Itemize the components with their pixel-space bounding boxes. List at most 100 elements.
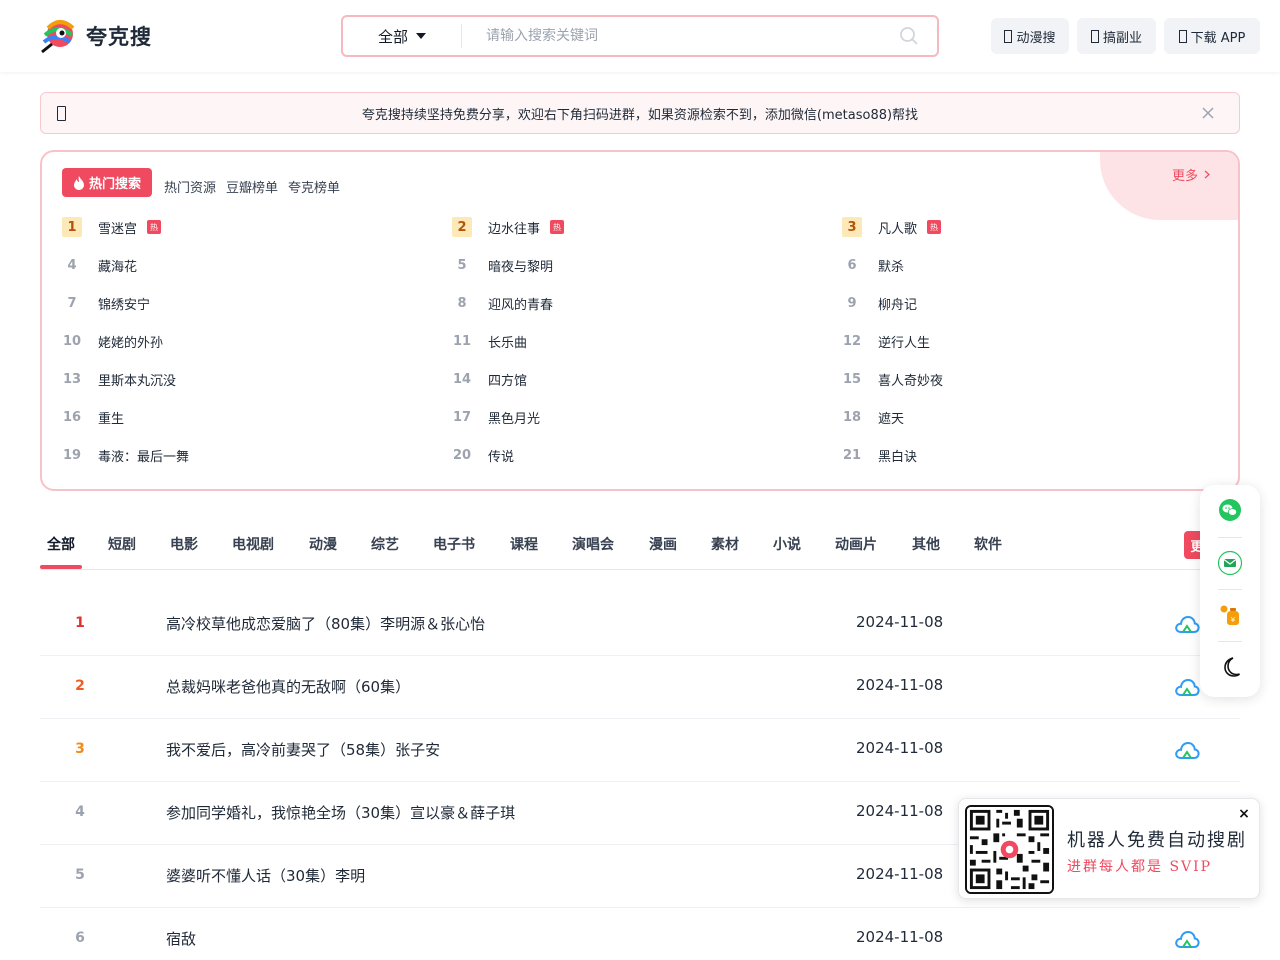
search-input[interactable] [462,17,881,55]
hot-item-title: 遮天 [878,411,905,427]
hot-item[interactable]: 10 姥姥的外孙 [62,330,163,352]
qr-promo-subtitle: 进群每人都是 SVIP [1067,859,1213,875]
result-title[interactable]: 宿敌 [166,928,196,949]
rank-number: 19 [62,447,82,463]
result-title[interactable]: 参加同学婚礼，我惊艳全场（30集）宣以豪＆薛子琪 [166,802,515,823]
qr-promo-title: 机器人免费自动搜剧 [1067,830,1247,851]
side-hustle-button[interactable]: 搞副业 [1077,18,1156,54]
hot-item[interactable]: 7 锦绣安宁 [62,292,150,314]
result-date: 2024-11-08 [856,739,944,757]
hot-item[interactable]: 5 暗夜与黎明 [452,254,553,276]
hot-item[interactable]: 17 黑色月光 [452,406,540,428]
cloud-drive-icon[interactable] [1174,676,1200,698]
anime-search-label: 动漫搜 [1016,30,1056,46]
hot-item[interactable]: 18 遮天 [842,406,904,428]
money-bag-icon[interactable]: ¥ [1217,602,1243,628]
hot-item[interactable]: 11 长乐曲 [452,330,527,352]
dark-mode-moon-icon[interactable] [1217,654,1243,680]
hot-item[interactable]: 15 喜人奇妙夜 [842,368,943,390]
cloud-drive-icon[interactable] [1174,928,1200,950]
more-link[interactable]: 更多 [1172,165,1210,184]
hot-item[interactable]: 20 传说 [452,444,514,466]
site-logo[interactable]: 夸克搜 [40,18,152,54]
tab-materials[interactable]: 素材 [711,534,739,554]
tab-hot-resources[interactable]: 热门资源 [164,177,216,196]
hot-item[interactable]: 14 四方馆 [452,368,527,390]
rank-number: 21 [842,447,862,463]
hot-item[interactable]: 21 黑白诀 [842,444,917,466]
hot-item-title: 里斯本丸沉没 [98,373,177,389]
tab-short-drama[interactable]: 短剧 [108,534,136,554]
search-button[interactable] [881,26,937,46]
result-rank: 1 [75,615,85,631]
hot-item[interactable]: 16 重生 [62,406,124,428]
anime-search-button[interactable]: 动漫搜 [991,18,1069,54]
tab-course[interactable]: 课程 [510,534,538,554]
hot-tag-badge: 热 [927,220,942,234]
close-icon[interactable] [1201,106,1215,120]
tab-tv-series[interactable]: 电视剧 [232,534,274,554]
rank-number: 9 [847,295,857,311]
missing-glyph-icon [1178,29,1187,43]
hot-item[interactable]: 19 毒液：最后一舞 [62,444,189,466]
tab-ebook[interactable]: 电子书 [433,534,475,554]
rank-number: 20 [452,447,472,463]
tab-software[interactable]: 软件 [974,534,1002,554]
result-row[interactable]: 3 我不爱后，高冷前妻哭了（58集）张子安 2024-11-08 [40,719,1240,782]
result-row[interactable]: 6 宿敌 2024-11-08 [40,908,1240,960]
hot-item-title: 逆行人生 [878,335,931,351]
tab-novel[interactable]: 小说 [773,534,801,554]
floating-toolbar: ¥ [1200,485,1260,697]
result-date: 2024-11-08 [856,613,944,631]
hot-item-title: 长乐曲 [488,335,528,351]
missing-glyph-icon [1090,29,1099,43]
hot-item[interactable]: 8 迎风的青春 [452,292,553,314]
top-header: 夸克搜 全部 动漫搜 搞副业 下载 APP [0,0,1280,72]
hot-item[interactable]: 2 边水往事 热 [452,216,565,238]
hot-search-badge: 热门搜索 [62,168,152,197]
search-category-dropdown[interactable]: 全部 [343,26,461,47]
tab-other[interactable]: 其他 [912,534,940,554]
cloud-drive-icon[interactable] [1174,613,1200,635]
hot-item[interactable]: 13 里斯本丸沉没 [62,368,176,390]
tab-comic[interactable]: 漫画 [649,534,677,554]
result-row[interactable]: 1 高冷校草他成恋爱脑了（80集）李明源＆张心怡 2024-11-08 [40,593,1240,656]
download-app-button[interactable]: 下载 APP [1164,18,1260,54]
hot-item-title: 重生 [98,411,125,427]
search-icon [900,27,918,45]
tab-cartoon[interactable]: 动画片 [835,534,877,554]
hot-item[interactable]: 4 藏海花 [62,254,137,276]
result-title[interactable]: 总裁妈咪老爸他真的无敌啊（60集） [166,676,410,697]
tab-movie[interactable]: 电影 [170,534,198,554]
hot-item[interactable]: 12 逆行人生 [842,330,930,352]
result-rank: 3 [75,741,85,757]
result-title[interactable]: 我不爱后，高冷前妻哭了（58集）张子安 [166,739,440,760]
tab-variety[interactable]: 综艺 [371,534,399,554]
tab-douban-list[interactable]: 豆瓣榜单 [226,177,278,196]
hot-item[interactable]: 9 柳舟记 [842,292,917,314]
hot-tag-badge: 热 [147,220,162,234]
result-date: 2024-11-08 [856,865,944,883]
hot-item[interactable]: 6 默杀 [842,254,904,276]
tab-quark-list[interactable]: 夸克榜单 [288,177,340,196]
tab-anime[interactable]: 动漫 [309,534,337,554]
hot-item-title: 默杀 [878,259,905,275]
wechat-icon[interactable] [1217,497,1243,523]
qr-group-popup: 机器人免费自动搜剧 进群每人都是 SVIP × [958,798,1260,899]
qr-code-image [965,805,1054,894]
tab-concert[interactable]: 演唱会 [572,534,614,554]
hot-item[interactable]: 3 凡人歌 热 [842,216,942,238]
result-title[interactable]: 高冷校草他成恋爱脑了（80集）李明源＆张心怡 [166,613,485,634]
cloud-drive-icon[interactable] [1174,739,1200,761]
flame-icon [73,175,84,190]
hot-item-title: 喜人奇妙夜 [878,373,944,389]
mail-icon[interactable] [1217,550,1243,576]
tab-all[interactable]: 全部 [47,534,75,554]
toolbar-divider [1218,641,1242,642]
result-row[interactable]: 2 总裁妈咪老爸他真的无敌啊（60集） 2024-11-08 [40,656,1240,719]
rank-number: 15 [842,371,862,387]
rank-number: 10 [62,333,82,349]
qr-close-button[interactable]: × [1237,807,1251,821]
hot-item[interactable]: 1 雪迷宫 热 [62,216,162,238]
result-title[interactable]: 婆婆听不懂人话（30集）李明 [166,865,365,886]
